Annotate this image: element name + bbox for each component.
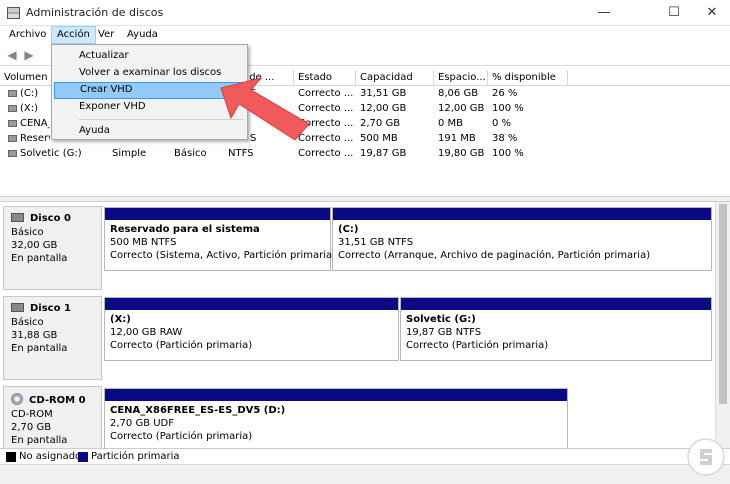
disk-pane: Disco 0 Básico 32,00 GB En pantalla Rese…	[0, 202, 730, 450]
disk-management-app-icon	[7, 7, 20, 19]
volume-free: 19,80 GB	[438, 148, 485, 159]
menu-accion[interactable]: Acción	[51, 26, 96, 44]
legend-swatch-unallocated	[6, 452, 16, 462]
menu-archivo[interactable]: Archivo	[4, 26, 51, 44]
partition-title: Reservado para el sistema	[110, 224, 260, 235]
disk-name: CD-ROM 0	[29, 395, 86, 406]
partition-size: 19,87 GB NTFS	[406, 327, 482, 338]
volume-pct: 100 %	[492, 148, 524, 159]
volume-name: Solvetic (G:)	[20, 148, 82, 159]
disk-size: 32,00 GB	[11, 240, 58, 251]
volume-icon	[8, 105, 17, 112]
partition-size: 12,00 GB RAW	[110, 327, 183, 338]
volume-free: 0 MB	[438, 118, 464, 129]
volume-free: 8,06 GB	[438, 88, 479, 99]
volume-free: 12,00 GB	[438, 103, 485, 114]
volume-layout: Simple	[112, 148, 147, 159]
disk-size: 31,88 GB	[11, 330, 58, 341]
menu-item-actualizar[interactable]: Actualizar	[54, 48, 245, 65]
partition-status: Correcto (Partición primaria)	[110, 340, 253, 351]
volume-capacity: 19,87 GB	[360, 148, 407, 159]
disk-1-label[interactable]: Disco 1 Básico 31,88 GB En pantalla	[3, 296, 102, 380]
disk-state: En pantalla	[11, 435, 68, 446]
forward-arrow-icon[interactable]: ▶	[22, 48, 36, 62]
partition-title: (C:)	[338, 224, 359, 235]
disk-icon	[11, 303, 24, 312]
volume-icon	[8, 90, 17, 97]
disk-pane-scrollbar[interactable]	[715, 202, 730, 448]
volume-fs: NTFS	[228, 148, 254, 159]
volume-name: Reserv	[20, 133, 50, 144]
title-bar: Administración de discos — ☐ ✕	[0, 0, 730, 26]
partition-title: Solvetic (G:)	[406, 314, 476, 325]
volume-icon	[8, 150, 17, 157]
legend: No asignado Partición primaria	[0, 448, 730, 464]
partition-status: Correcto (Sistema, Activo, Partición pri…	[110, 250, 337, 261]
disk-0-label[interactable]: Disco 0 Básico 32,00 GB En pantalla	[3, 206, 102, 290]
volume-name: (X:)	[20, 103, 39, 114]
disk-type: Básico	[11, 317, 44, 328]
volume-pct: 38 %	[492, 133, 518, 144]
cd-volume-icon	[8, 120, 17, 127]
column-header-capacidad[interactable]: Capacidad	[356, 70, 434, 86]
partition-solvetic-g[interactable]: Solvetic (G:) 19,87 GB NTFS Correcto (Pa…	[400, 297, 712, 361]
volume-capacity: 500 MB	[360, 133, 398, 144]
partition-size: 2,70 GB UDF	[110, 418, 175, 429]
menu-ver[interactable]: Ver	[93, 26, 119, 44]
solvetic-logo-icon	[687, 438, 725, 476]
partition-reservado[interactable]: Reservado para el sistema 500 MB NTFS Co…	[104, 207, 337, 271]
volume-icon	[8, 135, 17, 142]
menu-ayuda[interactable]: Ayuda	[122, 26, 163, 44]
column-header-espacio-disponible[interactable]: Espacio...	[434, 70, 488, 86]
column-header-porcentaje-disponible[interactable]: % disponible	[488, 70, 568, 86]
volume-name: CENA_	[20, 118, 50, 129]
partition-status: Correcto (Arranque, Archivo de paginació…	[338, 250, 651, 261]
volume-pct: 0 %	[492, 118, 512, 129]
disk-type: CD-ROM	[11, 409, 53, 420]
maximize-button[interactable]: ☐	[656, 0, 692, 26]
minimize-button[interactable]: —	[586, 0, 622, 26]
partition-x[interactable]: (X:) 12,00 GB RAW Correcto (Partición pr…	[104, 297, 399, 361]
disk-type: Básico	[11, 227, 44, 238]
cd-rom-icon	[11, 393, 23, 405]
partition-status: Correcto (Partición primaria)	[406, 340, 549, 351]
volume-capacity: 12,00 GB	[360, 103, 407, 114]
disk-state: En pantalla	[11, 343, 68, 354]
status-bar	[0, 464, 730, 484]
partition-title: CENA_X86FREE_ES-ES_DV5 (D:)	[110, 405, 286, 416]
table-row[interactable]: Solvetic (G:) Simple Básico NTFS Correct…	[0, 146, 730, 161]
volume-free: 191 MB	[438, 133, 476, 144]
volume-type: Básico	[174, 148, 207, 159]
volume-name: (C:)	[20, 88, 39, 99]
disk-name: Disco 1	[30, 303, 71, 314]
pointer-arrow-icon	[220, 77, 310, 141]
legend-label-primary: Partición primaria	[91, 451, 180, 462]
disk-name: Disco 0	[30, 213, 71, 224]
volume-capacity: 31,51 GB	[360, 88, 407, 99]
disk-icon	[11, 213, 24, 222]
volume-pct: 26 %	[492, 88, 518, 99]
partition-size: 31,51 GB NTFS	[338, 237, 414, 248]
window-title: Administración de discos	[26, 6, 164, 19]
disk-state: En pantalla	[11, 253, 68, 264]
back-arrow-icon[interactable]: ◀	[5, 48, 19, 62]
volume-capacity: 2,70 GB	[360, 118, 401, 129]
legend-swatch-primary	[78, 452, 88, 462]
disk-size: 2,70 GB	[11, 422, 52, 433]
cdrom-0-label[interactable]: CD-ROM 0 CD-ROM 2,70 GB En pantalla	[3, 386, 102, 450]
volume-pct: 100 %	[492, 103, 524, 114]
legend-label-unallocated: No asignado	[19, 451, 82, 462]
volume-status: Correcto ...	[298, 148, 354, 159]
partition-size: 500 MB NTFS	[110, 237, 177, 248]
menu-bar: Archivo Acción Ver Ayuda	[0, 26, 730, 44]
partition-c[interactable]: (C:) 31,51 GB NTFS Correcto (Arranque, A…	[332, 207, 712, 271]
partition-cdrom-d[interactable]: CENA_X86FREE_ES-ES_DV5 (D:) 2,70 GB UDF …	[104, 388, 568, 450]
partition-title: (X:)	[110, 314, 131, 325]
partition-status: Correcto (Partición primaria)	[110, 431, 253, 442]
scrollbar-thumb[interactable]	[719, 204, 727, 404]
close-button[interactable]: ✕	[694, 0, 730, 26]
